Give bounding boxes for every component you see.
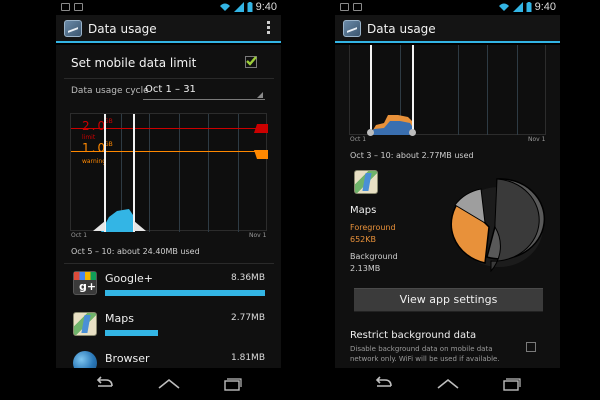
spinner-arrow-icon: [257, 92, 263, 98]
browser-icon: [73, 351, 97, 368]
axis-start-label: Oct 1: [71, 232, 88, 239]
home-button[interactable]: [154, 374, 184, 394]
navigation-bar: [56, 368, 281, 400]
restrict-description-line-2: network only. WiFi will be used if avail…: [350, 355, 500, 363]
wifi-icon: [219, 3, 230, 11]
list-item[interactable]: Maps 2.77MB: [56, 307, 281, 343]
action-bar: Data usage: [56, 15, 281, 43]
range-start-line: [104, 114, 106, 232]
cycle-label: Data usage cycle: [71, 86, 149, 96]
app-name: Maps: [105, 312, 134, 325]
home-button[interactable]: [433, 374, 463, 394]
battery-icon: [247, 2, 253, 12]
gmail-notification-icon: [340, 3, 349, 11]
right-phone-screen: 9:40 Data usage Oct 1 Nov 1 Oct 3 – 10: …: [335, 0, 560, 400]
restrict-background-checkbox[interactable]: [526, 342, 536, 352]
message-notification-icon: [74, 3, 83, 11]
foreground-label: Foreground: [350, 223, 396, 232]
maps-icon: [354, 170, 378, 194]
status-bar: 9:40: [335, 0, 560, 15]
cycle-spinner[interactable]: Oct 1 – 31: [143, 81, 265, 101]
overflow-menu-icon[interactable]: [267, 21, 271, 34]
data-usage-content: Set mobile data limit Data usage cycle O…: [56, 45, 281, 368]
limit-caption: limit: [82, 134, 96, 141]
navigation-bar: [335, 368, 560, 400]
app-data-usage-content: Oct 1 Nov 1 Oct 3 – 10: about 2.77MB use…: [335, 45, 560, 368]
axis-end-label: Nov 1: [249, 232, 267, 239]
range-end-line: [133, 114, 135, 232]
maps-icon: [73, 312, 97, 336]
range-summary: Oct 3 – 10: about 2.77MB used: [350, 151, 474, 160]
range-start-handle[interactable]: [367, 129, 374, 136]
page-title: Data usage: [88, 22, 157, 36]
axis-end-label: Nov 1: [528, 136, 546, 143]
app-name: Browser: [105, 352, 150, 365]
recent-apps-button[interactable]: [217, 374, 247, 394]
app-usage: 1.81MB: [231, 353, 265, 363]
app-usage-area: [370, 115, 414, 135]
usage-pie-chart: [450, 178, 546, 272]
settings-app-icon[interactable]: [64, 20, 82, 37]
list-item[interactable]: Browser 1.81MB: [56, 347, 281, 368]
app-name: Google+: [105, 272, 154, 285]
back-button[interactable]: [90, 374, 120, 394]
restrict-title: Restrict background data: [350, 330, 477, 341]
list-item[interactable]: g+ Google+ 8.36MB: [56, 267, 281, 303]
app-usage: 2.77MB: [231, 313, 265, 323]
usage-chart[interactable]: 2.0 GB limit 1.0 GB warning: [70, 113, 268, 232]
foreground-value: 652KB: [350, 235, 377, 244]
usage-bar: [105, 330, 158, 336]
battery-icon: [526, 2, 532, 12]
app-usage: 8.36MB: [231, 273, 265, 283]
message-notification-icon: [353, 3, 362, 11]
clock: 9:40: [255, 1, 277, 13]
checkmark-icon: [246, 56, 257, 66]
warning-handle[interactable]: [254, 150, 268, 159]
range-summary: Oct 5 – 10: about 24.40MB used: [71, 247, 200, 256]
range-end-line: [412, 45, 414, 131]
axis-start-label: Oct 1: [350, 136, 367, 143]
signal-icon: [512, 2, 523, 12]
app-name: Maps: [350, 205, 377, 216]
settings-app-icon[interactable]: [343, 20, 361, 37]
gmail-notification-icon: [61, 3, 70, 11]
warning-caption: warning: [82, 158, 107, 165]
app-usage-chart[interactable]: [349, 45, 546, 136]
background-value: 2.13MB: [350, 264, 381, 273]
left-phone-screen: 9:40 Data usage Set mobile data limit Da…: [56, 0, 281, 400]
range-end-handle[interactable]: [409, 129, 416, 136]
view-app-settings-button[interactable]: View app settings: [354, 288, 543, 312]
google-plus-icon: g+: [73, 271, 97, 295]
range-start-line: [370, 45, 372, 131]
recent-apps-button[interactable]: [496, 374, 526, 394]
set-limit-label: Set mobile data limit: [71, 56, 197, 70]
clock: 9:40: [534, 1, 556, 13]
cycle-value: Oct 1 – 31: [145, 84, 196, 95]
range-end-handle[interactable]: [134, 221, 146, 231]
page-title: Data usage: [367, 22, 436, 36]
limit-handle[interactable]: [254, 124, 268, 133]
restrict-description-line-1: Disable background data on mobile data: [350, 345, 493, 353]
back-button[interactable]: [369, 374, 399, 394]
set-limit-checkbox[interactable]: [245, 56, 257, 68]
background-label: Background: [350, 252, 398, 261]
signal-icon: [233, 2, 244, 12]
status-bar: 9:40: [56, 0, 281, 15]
usage-bar: [105, 290, 265, 296]
wifi-icon: [498, 3, 509, 11]
action-bar: Data usage: [335, 15, 560, 43]
range-start-handle[interactable]: [93, 221, 105, 231]
